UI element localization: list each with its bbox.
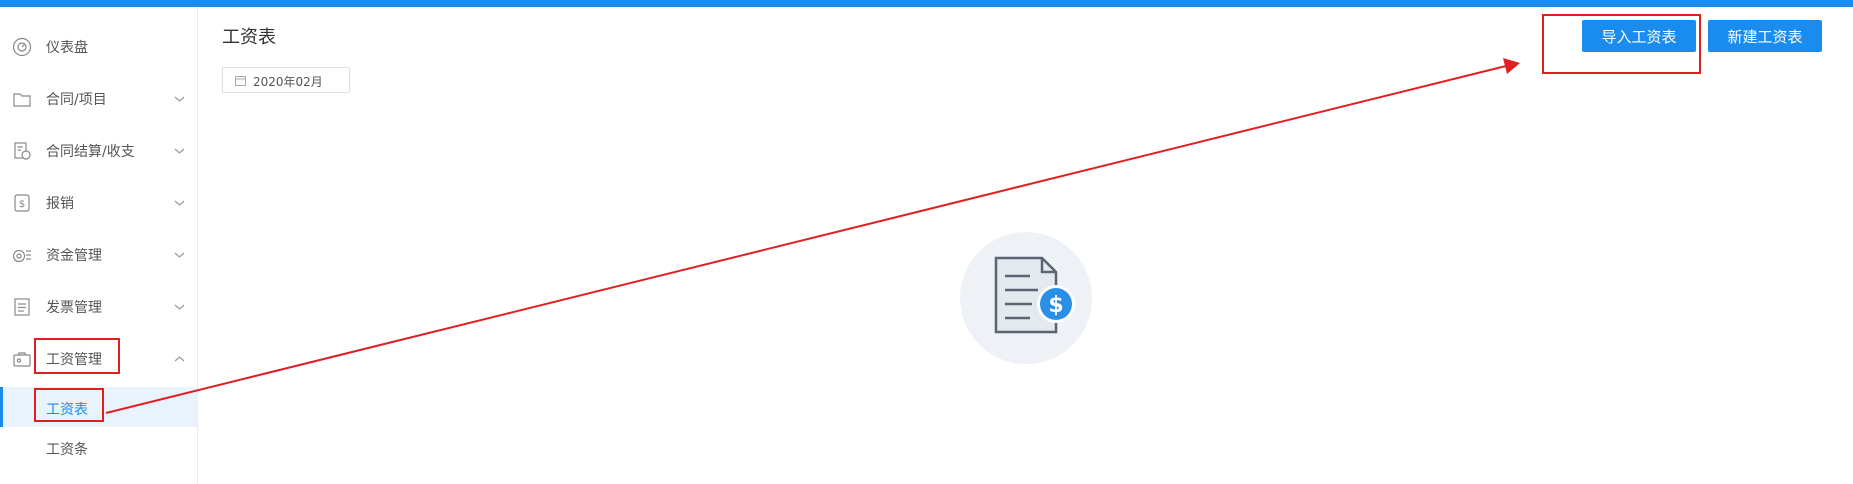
top-accent-bar	[0, 0, 1853, 7]
month-picker[interactable]: 2020年02月	[222, 67, 350, 93]
sidebar-subitem-payslip[interactable]: 工资条	[0, 427, 197, 467]
calendar-icon	[235, 76, 246, 86]
fund-icon	[12, 249, 31, 263]
sidebar-item-settlement[interactable]: 合同结算/收支	[0, 125, 197, 177]
annotation-box-payroll-menu	[34, 338, 120, 374]
sidebar-item-dashboard[interactable]: 仪表盘	[0, 21, 197, 73]
reimbursement-icon: $	[14, 194, 30, 212]
briefcase-icon	[13, 352, 31, 367]
folder-icon	[13, 93, 31, 107]
sidebar-item-reimbursement[interactable]: $ 报销	[0, 177, 197, 229]
new-payroll-button[interactable]: 新建工资表	[1708, 20, 1822, 52]
sidebar-item-label: 发票管理	[46, 300, 102, 316]
sidebar-item-contracts[interactable]: 合同/项目	[0, 73, 197, 125]
svg-text:$: $	[19, 199, 25, 210]
chevron-down-icon	[174, 200, 185, 206]
payroll-document-dollar-icon: $	[960, 232, 1092, 364]
chevron-down-icon	[174, 96, 185, 102]
page-title: 工资表	[222, 27, 276, 48]
annotation-box-import-button	[1542, 14, 1701, 74]
chevron-down-icon	[174, 304, 185, 310]
sidebar-item-label: 报销	[46, 196, 74, 212]
annotation-arrow-head	[1503, 58, 1520, 74]
month-picker-value: 2020年02月	[253, 75, 323, 89]
sidebar-item-label: 合同/项目	[46, 92, 107, 108]
sidebar-item-label: 仪表盘	[46, 40, 88, 56]
dashboard-icon	[12, 37, 32, 57]
sidebar-subitem-label: 工资条	[46, 442, 88, 458]
sidebar-item-invoices[interactable]: 发票管理	[0, 281, 197, 333]
settlement-document-icon	[14, 142, 31, 160]
chevron-down-icon	[174, 252, 185, 258]
sidebar-item-funds[interactable]: 资金管理	[0, 229, 197, 281]
annotation-arrow-line	[105, 65, 1507, 414]
chevron-up-icon	[174, 356, 185, 362]
svg-text:$: $	[1048, 293, 1063, 318]
invoice-icon	[14, 298, 30, 316]
chevron-down-icon	[174, 148, 185, 154]
annotation-box-payroll-sheet	[34, 388, 104, 422]
sidebar-item-label: 资金管理	[46, 248, 102, 264]
sidebar-item-label: 合同结算/收支	[46, 144, 135, 160]
